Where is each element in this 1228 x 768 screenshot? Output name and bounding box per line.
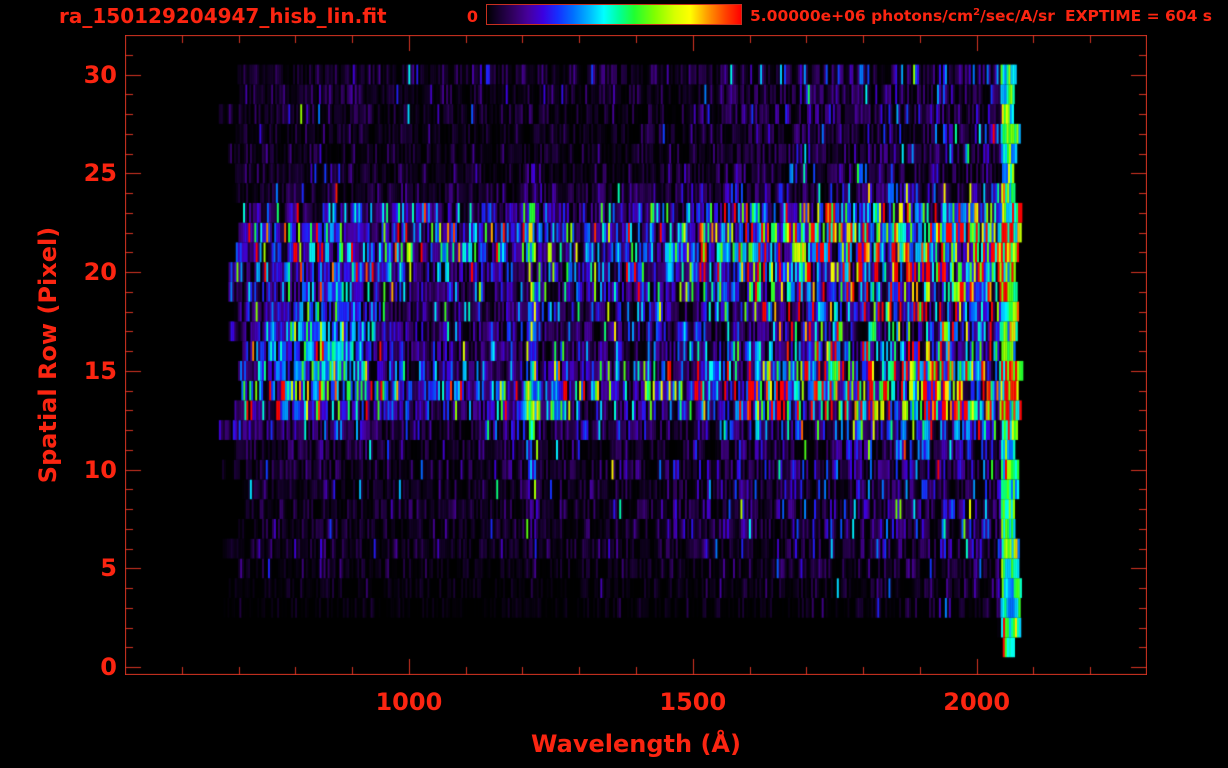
colorbar-min-label: 0 [466,7,478,26]
exptime-label: EXPTIME = 604 s [1064,7,1212,25]
colorbar-max-value: 5.00000e+06 [750,7,866,26]
x-tick-label: 1000 [375,688,443,716]
file-title: ra_150129204947_hisb_lin.fit [59,4,387,28]
y-tick-label: 25 [83,159,117,188]
x-tick-label: 1500 [659,688,727,716]
colorbar [486,4,742,25]
idl-spectrogram-window: ra_150129204947_hisb_lin.fit 0 5.00000e+… [0,0,1228,768]
x-tick-label: 2000 [943,688,1011,716]
y-axis-title: Spatial Row (Pixel) [34,226,62,484]
plot-area [125,35,1147,675]
colorbar-unit-pre: photons/cm [865,7,974,26]
spectrogram-canvas [125,35,1147,675]
y-tick-label: 5 [100,554,117,583]
y-tick-label: 30 [83,60,117,89]
colorbar-unit-post: /sec/A/sr [980,7,1055,26]
x-axis-title: Wavelength (Å) [531,730,741,758]
y-tick-label: 0 [100,653,117,682]
colorbar-max-label: 5.00000e+06 photons/cm2/sec/A/sr [750,7,1055,25]
